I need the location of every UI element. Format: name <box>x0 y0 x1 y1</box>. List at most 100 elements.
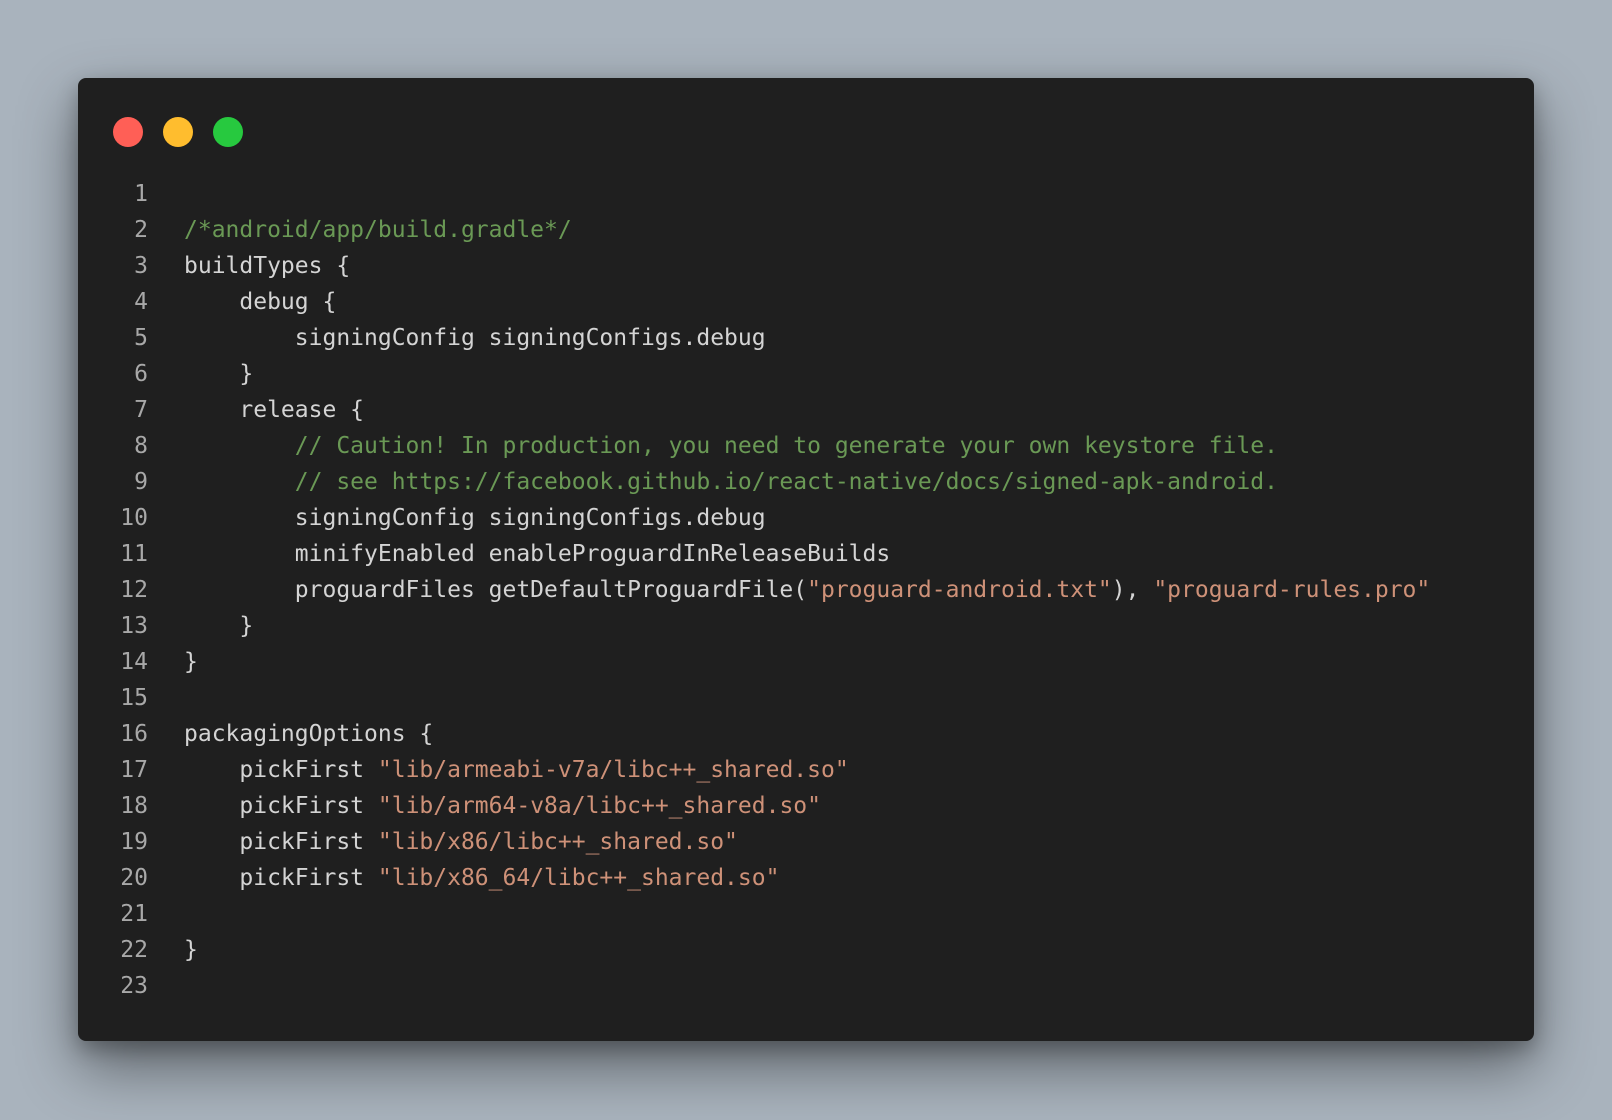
line-code: /*android/app/build.gradle*/ <box>148 212 572 248</box>
code-line: 18 pickFirst "lib/arm64-v8a/libc++_share… <box>78 788 1430 824</box>
code-string: "lib/x86_64/libc++_shared.so" <box>377 865 780 891</box>
code-text: } <box>184 937 198 963</box>
code-line: 6 } <box>78 356 1430 392</box>
line-number: 20 <box>120 865 148 891</box>
line-code: release { <box>148 392 364 428</box>
line-number: 4 <box>134 289 148 315</box>
code-comment: /*android/app/build.gradle*/ <box>184 217 572 243</box>
code-line: 21 <box>78 896 1430 932</box>
line-number: 11 <box>120 541 148 567</box>
line-number: 9 <box>134 469 148 495</box>
line-number: 8 <box>134 433 148 459</box>
line-code: signingConfig signingConfigs.debug <box>148 500 766 536</box>
close-button[interactable] <box>113 117 143 147</box>
code-text: buildTypes { <box>184 253 351 279</box>
code-string: "proguard-android.txt" <box>807 577 1112 603</box>
code-text: ), <box>1111 577 1154 603</box>
code-text: packagingOptions { <box>184 721 434 747</box>
code-line: 5 signingConfig signingConfigs.debug <box>78 320 1430 356</box>
code-text: signingConfig signingConfigs.debug <box>184 505 766 531</box>
code-line: 19 pickFirst "lib/x86/libc++_shared.so" <box>78 824 1430 860</box>
line-code: debug { <box>148 284 336 320</box>
code-line: 14} <box>78 644 1430 680</box>
line-number: 5 <box>134 325 148 351</box>
code-text: pickFirst <box>184 793 378 819</box>
line-code: packagingOptions { <box>148 716 433 752</box>
code-line: 4 debug { <box>78 284 1430 320</box>
code-line: 9 // see https://facebook.github.io/reac… <box>78 464 1430 500</box>
code-text: pickFirst <box>184 757 378 783</box>
line-number: 2 <box>134 217 148 243</box>
line-number: 13 <box>120 613 148 639</box>
line-number: 16 <box>120 721 148 747</box>
code-line: 7 release { <box>78 392 1430 428</box>
code-text: } <box>184 361 254 387</box>
line-code: // Caution! In production, you need to g… <box>148 428 1278 464</box>
code-text: } <box>184 649 198 675</box>
code-text: proguardFiles getDefaultProguardFile( <box>184 577 808 603</box>
code-line: 16 packagingOptions { <box>78 716 1430 752</box>
code-line: 22} <box>78 932 1430 968</box>
code-text: debug { <box>184 289 337 315</box>
line-code: } <box>148 356 253 392</box>
line-code: // see https://facebook.github.io/react-… <box>148 464 1278 500</box>
line-code: } <box>148 932 198 968</box>
line-number: 23 <box>120 973 148 999</box>
line-number: 6 <box>134 361 148 387</box>
line-code: } <box>148 608 253 644</box>
code-line: 8 // Caution! In production, you need to… <box>78 428 1430 464</box>
code-line: 13 } <box>78 608 1430 644</box>
line-code: } <box>148 644 198 680</box>
code-block: 1 2/*android/app/build.gradle*/3 buildType… <box>78 176 1430 1004</box>
line-number: 15 <box>120 685 148 711</box>
line-number: 1 <box>134 181 148 207</box>
code-line: 17 pickFirst "lib/armeabi-v7a/libc++_sha… <box>78 752 1430 788</box>
zoom-button[interactable] <box>213 117 243 147</box>
code-line: 10 signingConfig signingConfigs.debug <box>78 500 1430 536</box>
code-line: 23 <box>78 968 1430 1004</box>
code-line: 12 proguardFiles getDefaultProguardFile(… <box>78 572 1430 608</box>
code-text: pickFirst <box>184 865 378 891</box>
code-comment: // Caution! In production, you need to g… <box>294 433 1278 459</box>
code-text: minifyEnabled enableProguardInReleaseBui… <box>184 541 891 567</box>
line-code: proguardFiles getDefaultProguardFile("pr… <box>148 572 1431 608</box>
code-string: "lib/armeabi-v7a/libc++_shared.so" <box>377 757 849 783</box>
line-code: buildTypes { <box>148 248 350 284</box>
code-string: "proguard-rules.pro" <box>1153 577 1431 603</box>
line-number: 12 <box>120 577 148 603</box>
line-code: pickFirst "lib/arm64-v8a/libc++_shared.s… <box>148 788 821 824</box>
line-number: 17 <box>120 757 148 783</box>
line-number: 3 <box>134 253 148 279</box>
line-number: 18 <box>120 793 148 819</box>
code-line: 20 pickFirst "lib/x86_64/libc++_shared.s… <box>78 860 1430 896</box>
line-code: pickFirst "lib/x86/libc++_shared.so" <box>148 824 738 860</box>
code-line: 15 <box>78 680 1430 716</box>
code-text: pickFirst <box>184 829 378 855</box>
code-text: signingConfig signingConfigs.debug <box>184 325 766 351</box>
code-line: 3 buildTypes { <box>78 248 1430 284</box>
line-number: 22 <box>120 937 148 963</box>
line-code: minifyEnabled enableProguardInReleaseBui… <box>148 536 890 572</box>
code-comment: // see https://facebook.github.io/react-… <box>294 469 1278 495</box>
code-line: 11 minifyEnabled enableProguardInRelease… <box>78 536 1430 572</box>
line-code: signingConfig signingConfigs.debug <box>148 320 766 356</box>
code-string: "lib/arm64-v8a/libc++_shared.so" <box>377 793 821 819</box>
line-number: 14 <box>120 649 148 675</box>
window-controls <box>113 117 243 147</box>
line-number: 19 <box>120 829 148 855</box>
code-window: 1 2/*android/app/build.gradle*/3 buildType… <box>78 78 1534 1041</box>
code-line: 1 <box>78 176 1430 212</box>
code-string: "lib/x86/libc++_shared.so" <box>377 829 738 855</box>
line-code: pickFirst "lib/armeabi-v7a/libc++_shared… <box>148 752 849 788</box>
line-number: 21 <box>120 901 148 927</box>
minimize-button[interactable] <box>163 117 193 147</box>
line-number: 10 <box>120 505 148 531</box>
code-text: } <box>184 613 254 639</box>
line-code: pickFirst "lib/x86_64/libc++_shared.so" <box>148 860 779 896</box>
